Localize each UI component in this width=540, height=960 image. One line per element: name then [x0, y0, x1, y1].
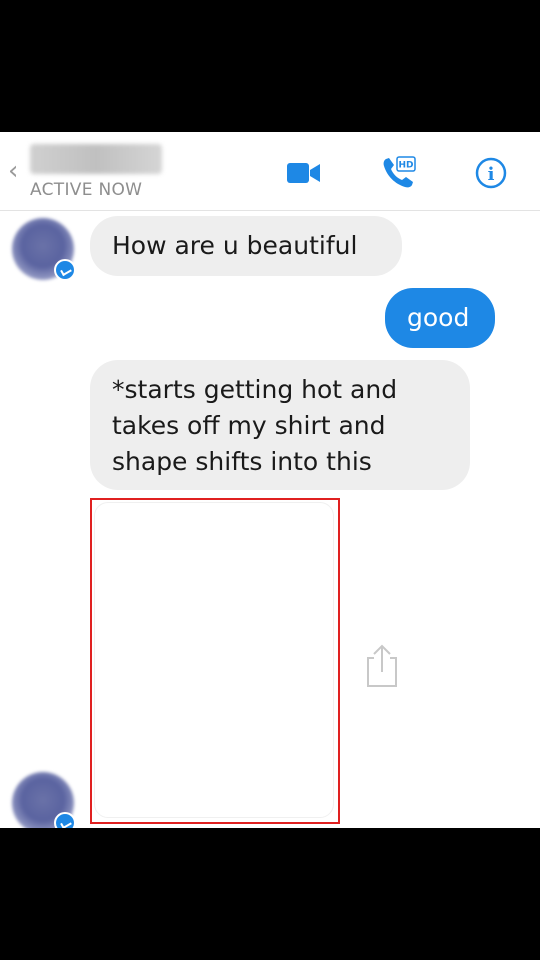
- info-icon[interactable]: i: [472, 154, 510, 192]
- chevron-left-icon[interactable]: ‹: [8, 158, 18, 184]
- message-bubble-outgoing[interactable]: good: [385, 288, 495, 348]
- contact-name-redacted[interactable]: [30, 144, 162, 174]
- image-attachment[interactable]: [90, 498, 340, 824]
- chat-header: ‹ ACTIVE NOW HD i: [0, 132, 540, 211]
- message-bubble-incoming[interactable]: How are u beautiful: [90, 216, 402, 276]
- video-camera-icon[interactable]: [285, 154, 323, 192]
- message-bubble-incoming[interactable]: *starts getting hot and takes off my shi…: [90, 360, 470, 490]
- image-placeholder: [94, 502, 334, 818]
- messenger-badge-icon: [54, 812, 76, 828]
- hd-label: HD: [398, 161, 413, 171]
- info-glyph: i: [488, 164, 495, 185]
- chat-screen: ‹ ACTIVE NOW HD i How are u beautiful go…: [0, 132, 540, 828]
- share-icon[interactable]: [362, 642, 402, 690]
- phone-hd-icon[interactable]: HD: [380, 154, 418, 192]
- messenger-badge-icon: [54, 259, 76, 281]
- active-status: ACTIVE NOW: [30, 180, 143, 200]
